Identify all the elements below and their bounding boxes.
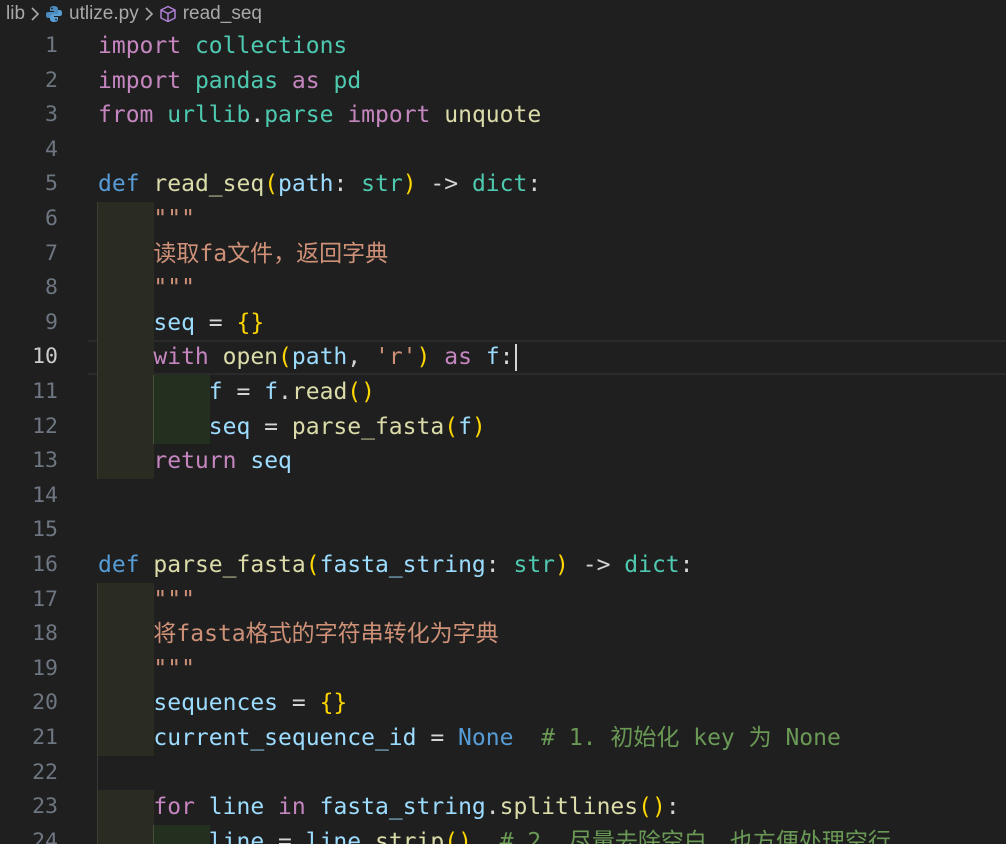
line-number: 20: [32, 690, 58, 716]
line-number: 12: [32, 413, 58, 439]
breadcrumb: lib utlize.py read_seq: [0, 0, 1006, 28]
code-line[interactable]: 7 读取fa文件，返回字典: [0, 236, 1006, 272]
indent-guide: [97, 755, 98, 791]
line-number: 11: [32, 379, 58, 404]
line-number: 16: [32, 552, 58, 577]
code-line[interactable]: 13 return seq: [0, 444, 1006, 479]
code-line[interactable]: 12 seq = parse_fasta(f): [0, 409, 1006, 445]
chevron-right-icon: [30, 7, 40, 21]
line-number: 2: [45, 67, 58, 93]
line-number: 7: [45, 240, 58, 266]
code-line[interactable]: 21 current_sequence_id = None # 1. 初始化 k…: [0, 721, 1006, 756]
line-number: 21: [32, 725, 58, 750]
code-line[interactable]: 15: [0, 513, 1006, 548]
line-number: 19: [32, 655, 58, 681]
code-line[interactable]: 16 def parse_fasta(fasta_string: str) ->…: [0, 548, 1006, 583]
line-number: 14: [32, 482, 58, 508]
code-line[interactable]: 22: [0, 755, 1006, 791]
line-number: 24: [32, 828, 58, 844]
breadcrumb-folder[interactable]: lib: [6, 3, 25, 25]
python-icon: [45, 5, 63, 23]
code-line[interactable]: 6 """: [0, 202, 1006, 237]
code-line[interactable]: 8 """: [0, 271, 1006, 306]
line-number: 9: [45, 309, 58, 335]
code-line[interactable]: 2 import pandas as pd: [0, 64, 1006, 99]
line-number: 18: [32, 621, 58, 647]
code-line[interactable]: 3 from urllib.parse import unquote: [0, 98, 1006, 133]
line-number: 13: [32, 448, 58, 474]
line-number: 4: [45, 136, 58, 162]
code-line[interactable]: 9 seq = {}: [0, 305, 1006, 341]
text-cursor: [514, 344, 517, 372]
method-cube-icon: [159, 5, 177, 23]
line-number: 5: [45, 171, 58, 197]
code-line-active[interactable]: 10 with open(path, 'r') as f:: [0, 340, 1006, 375]
code-line[interactable]: 24 line = line.strip() # 2. 尽量去除空白，也方便处理…: [0, 824, 1006, 844]
breadcrumb-file[interactable]: utlize.py: [69, 3, 139, 25]
code-line[interactable]: 17 """: [0, 582, 1006, 618]
line-number: 15: [32, 517, 58, 543]
line-number: 17: [32, 586, 58, 612]
code-line[interactable]: 23 for line in fasta_string.splitlines()…: [0, 790, 1006, 825]
line-number: 23: [32, 794, 58, 820]
line-number: 6: [45, 206, 58, 231]
line-number: 3: [45, 102, 58, 128]
code-line[interactable]: 18 将fasta格式的字符串转化为字典: [0, 617, 1006, 652]
chevron-right-icon: [144, 7, 154, 21]
code-line[interactable]: 20 sequences = {}: [0, 686, 1006, 721]
line-number: 1: [45, 33, 58, 58]
line-number: 10: [32, 344, 58, 370]
breadcrumb-symbol[interactable]: read_seq: [183, 3, 262, 25]
code-line[interactable]: 11 f = f.read(): [0, 375, 1006, 410]
code-line[interactable]: 14: [0, 479, 1006, 514]
code-editor[interactable]: 1 import collections 2 import pandas as …: [0, 29, 1006, 844]
code-line[interactable]: 4: [0, 133, 1006, 168]
code-line[interactable]: 1 import collections: [0, 29, 1006, 64]
line-number: 22: [32, 759, 58, 785]
line-number: 8: [45, 275, 58, 301]
code-line[interactable]: 19 """: [0, 651, 1006, 687]
code-line[interactable]: 5 def read_seq(path: str) -> dict:: [0, 167, 1006, 202]
